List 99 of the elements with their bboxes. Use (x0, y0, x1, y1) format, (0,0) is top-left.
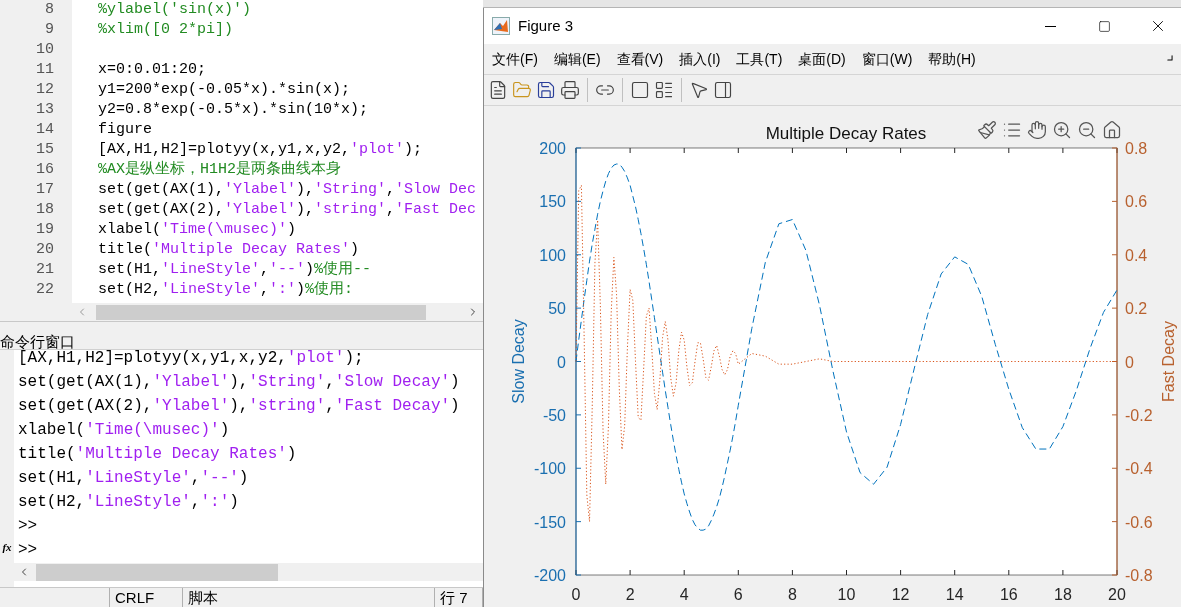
line-number: 21 (36, 260, 54, 280)
x-tick-label: 20 (1108, 586, 1126, 603)
line-number: 15 (36, 140, 54, 160)
status-cell: CRLF (110, 588, 183, 607)
code-line: x=0:0.01:20; (98, 60, 207, 80)
y-axis-label: Fast Decay (1160, 321, 1177, 402)
command-line: [AX,H1,H2]=plotyy(x,y1,x,y2,'plot'); (18, 350, 364, 369)
line-number: 13 (36, 100, 54, 120)
pan-icon[interactable] (1028, 121, 1046, 139)
window-title: Figure 3 (518, 15, 574, 36)
line-number: 14 (36, 120, 54, 140)
code-line: y1=200*exp(-0.05*x).*sin(x); (98, 80, 351, 100)
home-icon[interactable] (1104, 121, 1120, 138)
x-tick-label: 6 (733, 586, 743, 603)
x-tick-label: 12 (891, 586, 910, 603)
x-tick-label: 10 (837, 586, 856, 603)
menu-item[interactable]: 工具(T) (736, 48, 783, 70)
line-number: 9 (45, 20, 54, 40)
y-tick-label: -200 (533, 567, 566, 584)
x-tick-label: 0 (571, 586, 581, 603)
y-tick-label: 100 (539, 246, 566, 264)
y-tick-label: 50 (548, 300, 566, 318)
save-icon[interactable] (536, 80, 556, 100)
y-axis-label: Slow Decay (510, 319, 527, 404)
menu-item[interactable]: 编辑(E) (553, 48, 601, 70)
x-tick-label: 18 (1054, 586, 1072, 603)
y-tick-label: -0.6 (1125, 513, 1153, 531)
function-button[interactable]: fx (2, 542, 12, 553)
menu-item[interactable]: 帮助(H) (928, 48, 976, 70)
zoom-out-icon[interactable] (1079, 122, 1095, 138)
menu-item[interactable]: 桌面(D) (798, 48, 846, 70)
command-line: set(get(AX(1),'Ylabel'),'String','Slow Decay') (18, 372, 460, 393)
y-tick-label: 0 (557, 353, 566, 371)
command-line: >> (18, 516, 38, 537)
line-number: 22 (36, 280, 54, 300)
status-cell: 脚本 (183, 588, 435, 607)
y-tick-label: -0.2 (1125, 406, 1153, 424)
legend-icon[interactable] (654, 80, 674, 100)
code-line: set(get(AX(2),'Ylabel'),'string','Fast Dec (98, 200, 477, 220)
chart-title: Multiple Decay Rates (765, 124, 927, 143)
code-line: %AX是纵坐标，H1H2是两条曲线本身 (98, 160, 341, 180)
new-file-icon[interactable] (488, 80, 508, 100)
y-tick-label: 200 (539, 140, 566, 157)
x-tick-label: 8 (787, 586, 797, 603)
code-line: figure (98, 120, 152, 140)
menu-item[interactable]: 窗口(W) (861, 48, 913, 70)
y-tick-label: 0.2 (1125, 300, 1148, 318)
panel-title: 命令行窗口 (0, 333, 75, 350)
brush-icon[interactable] (978, 121, 996, 139)
pointer-icon[interactable] (689, 80, 709, 100)
maximize-icon (1097, 19, 1111, 33)
y-tick-label: -50 (542, 406, 566, 424)
line-number: 20 (36, 240, 54, 260)
y-tick-label: 0.4 (1125, 246, 1148, 264)
minimize-icon (1044, 25, 1056, 27)
code-line: title('Multiple Decay Rates') (98, 240, 360, 260)
command-line: set(get(AX(2),'Ylabel'),'string','Fast Decay') (18, 396, 460, 417)
code-line: set(H2,'LineStyle',':')%使用: (98, 280, 354, 300)
code-line: y2=0.8*exp(-0.5*x).*sin(10*x); (98, 100, 369, 120)
x-tick-label: 4 (679, 586, 689, 603)
y-tick-label: -150 (533, 513, 566, 531)
line-number: 12 (36, 80, 54, 100)
line-number: 10 (36, 40, 54, 60)
y-tick-label: 150 (539, 193, 566, 211)
code-line: set(H1,'LineStyle','--')%使用-- (98, 260, 372, 280)
legend-icon[interactable] (1004, 124, 1020, 136)
code-line: xlabel('Time(\musec)') (98, 220, 297, 240)
y-tick-label: -100 (533, 460, 566, 478)
menu-item[interactable]: 文件(F) (492, 48, 538, 70)
menu-item[interactable]: 查看(V) (616, 48, 664, 70)
code-line: set(get(AX(1),'Ylabel'),'String','Slow Dec (98, 180, 477, 200)
line-number: 18 (36, 200, 54, 220)
x-tick-label: 14 (945, 586, 964, 603)
x-tick-label: 16 (999, 586, 1018, 603)
y-tick-label: 0 (1125, 353, 1134, 371)
zoom-in-icon[interactable] (1054, 122, 1070, 138)
app-logo-icon (492, 17, 510, 35)
menu-item[interactable]: 插入(I) (679, 48, 721, 70)
command-line: >> (18, 540, 38, 561)
line-number: 17 (36, 180, 54, 200)
command-line: xlabel('Time(\musec)') (18, 420, 230, 441)
line-number: 19 (36, 220, 54, 240)
line-number: 16 (36, 160, 54, 180)
x-tick-label: 2 (625, 586, 635, 603)
y-tick-label: 0.8 (1125, 140, 1148, 157)
printer-icon[interactable] (560, 80, 580, 100)
code-line: %ylabel('sin(x)') (98, 0, 252, 20)
y-tick-label: 0.6 (1125, 193, 1148, 211)
command-line: title('Multiple Decay Rates') (18, 444, 297, 465)
horizontal-scrollbar[interactable] (14, 563, 483, 581)
line-number: 11 (36, 60, 54, 80)
code-line: [AX,H1,H2]=plotyy(x,y1,x,y2,'plot'); (98, 140, 423, 160)
y-tick-label: -0.4 (1125, 460, 1153, 478)
code-line: %xlim([0 2*pi]) (98, 20, 234, 40)
command-line: set(H2,'LineStyle',':') (18, 492, 239, 513)
command-line: set(H1,'LineStyle','--') (18, 468, 249, 489)
panel-icon[interactable] (713, 80, 733, 100)
line-number: 8 (45, 0, 54, 20)
y-tick-label: -0.8 (1125, 567, 1153, 584)
